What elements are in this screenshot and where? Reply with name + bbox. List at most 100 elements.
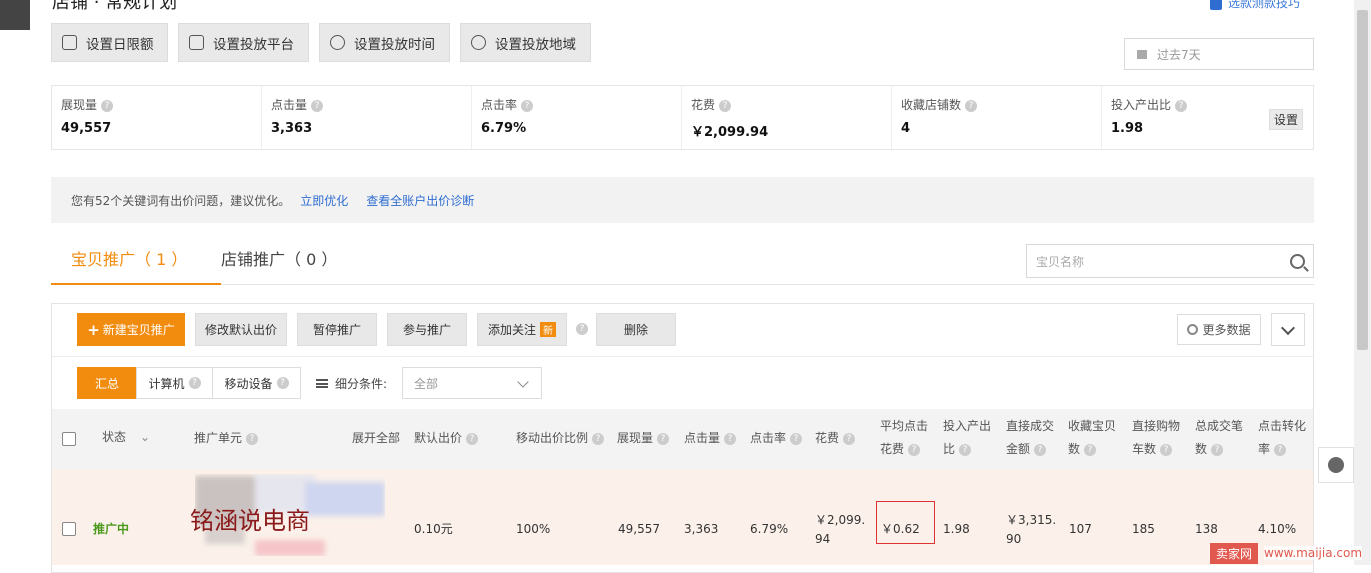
help-icon[interactable]: ?: [1274, 443, 1287, 456]
col-impressions[interactable]: 展现量?: [617, 427, 670, 450]
col-cost[interactable]: 花费?: [815, 427, 856, 450]
item-search-input[interactable]: 宝贝名称: [1026, 244, 1314, 278]
help-icon[interactable]: ?: [276, 377, 289, 389]
filter-select[interactable]: 全部: [402, 367, 542, 399]
set-time-button[interactable]: 设置投放时间: [319, 23, 450, 62]
row-checkbox[interactable]: [62, 522, 76, 536]
col-cvr[interactable]: 点击转化率?: [1258, 415, 1306, 461]
tab-item-promotion[interactable]: 宝贝推广（ 1 ）: [51, 232, 221, 285]
help-icon[interactable]: ?: [188, 377, 201, 389]
help-icon[interactable]: ?: [724, 432, 737, 445]
delete-button[interactable]: 删除: [596, 313, 676, 346]
clock-icon: [330, 35, 345, 50]
set-platform-button[interactable]: 设置投放平台: [178, 23, 309, 62]
metric-roi: 投入产出比? 1.98 设置: [1102, 86, 1313, 149]
more-data-button[interactable]: 更多数据: [1177, 314, 1261, 345]
orders-value: 138: [1195, 522, 1218, 536]
tips-icon: [1210, 0, 1222, 10]
help-icon[interactable]: ?: [521, 99, 534, 112]
help-icon[interactable]: ?: [959, 443, 972, 456]
bid-notice: 您有52个关键词有出价问题，建议优化。 立即优化 查看全账户出价诊断: [51, 177, 1314, 223]
col-clicks[interactable]: 点击量?: [684, 427, 737, 450]
metric-clicks: 点击量? 3,363: [262, 86, 472, 149]
help-icon[interactable]: ?: [466, 432, 479, 445]
segment-summary[interactable]: 汇总: [77, 367, 137, 399]
ctr-value: 6.79%: [750, 522, 789, 536]
sliders-icon: [62, 35, 77, 50]
set-region-button[interactable]: 设置投放地域: [460, 23, 591, 62]
tab-shop-promotion[interactable]: 店铺推广（ 0 ）: [221, 232, 337, 283]
help-icon[interactable]: ?: [1034, 443, 1047, 456]
col-ctr[interactable]: 点击率?: [750, 427, 803, 450]
new-item-promotion-button[interactable]: + 新建宝贝推广: [77, 313, 185, 346]
help-icon[interactable]: ?: [790, 432, 803, 445]
help-icon[interactable]: ?: [1211, 443, 1224, 456]
metric-impressions: 展现量? 49,557: [52, 86, 262, 149]
plus-icon: +: [87, 320, 100, 339]
help-icon[interactable]: ?: [311, 99, 324, 112]
help-icon[interactable]: ?: [592, 432, 605, 445]
floating-chat-button[interactable]: [1318, 447, 1354, 483]
col-fav[interactable]: 收藏宝贝数?: [1068, 415, 1116, 461]
col-status[interactable]: 状态 ⌄: [102, 426, 150, 449]
metric-favorites: 收藏店铺数? 4: [892, 86, 1102, 149]
help-icon[interactable]: ?: [719, 99, 732, 112]
gear-icon: [1187, 324, 1199, 335]
chevron-down-icon: ⌄: [140, 430, 151, 444]
roi-value: 1.98: [943, 522, 970, 536]
help-icon[interactable]: ?: [843, 432, 856, 445]
help-icon[interactable]: ?: [908, 443, 921, 456]
bid-diagnosis-link[interactable]: 查看全账户出价诊断: [366, 192, 474, 209]
search-icon[interactable]: [1290, 254, 1305, 269]
col-cart[interactable]: 直接购物 车数?: [1132, 415, 1180, 461]
cvr-value: 4.10%: [1258, 522, 1297, 536]
col-roi[interactable]: 投入产出比?: [943, 415, 991, 461]
help-icon[interactable]: ?: [101, 99, 114, 112]
gmv-value: ￥3,315. 90: [1006, 513, 1057, 546]
col-avg-cpc[interactable]: 平均点击 花费?: [880, 415, 928, 461]
table-header: 状态 ⌄ 推广单元? 展开全部 默认出价? 移动出价比例? 展现量? 点击量? 点…: [52, 409, 1313, 469]
roi-setting-button[interactable]: 设置: [1268, 109, 1303, 130]
col-orders[interactable]: 总成交笔数?: [1195, 415, 1243, 461]
optimize-link[interactable]: 立即优化: [300, 192, 348, 209]
cart-value: 185: [1132, 522, 1155, 536]
expand-all-button[interactable]: 展开全部: [352, 427, 400, 450]
screen-icon: [189, 35, 204, 50]
list-icon: [316, 379, 328, 388]
select-all-checkbox[interactable]: [62, 432, 76, 446]
date-range-select[interactable]: 过去7天: [1124, 38, 1314, 70]
status-badge: 推广中: [93, 522, 130, 536]
clicks-value: 3,363: [684, 522, 719, 536]
fav-value: 107: [1069, 522, 1092, 536]
help-icon[interactable]: ?: [657, 432, 670, 445]
help-icon[interactable]: ?: [1175, 99, 1188, 112]
tips-link[interactable]: 选款测款技巧: [1210, 0, 1300, 11]
window-edge: [0, 0, 30, 30]
help-icon[interactable]: ?: [246, 432, 259, 445]
filter-label: 细分条件:: [316, 375, 387, 392]
segment-computer[interactable]: 计算机?: [136, 367, 213, 399]
help-icon[interactable]: ?: [965, 99, 978, 112]
highlight-box: [876, 501, 935, 544]
new-badge: 新: [540, 322, 556, 337]
edit-default-bid-button[interactable]: 修改默认出价: [195, 313, 287, 346]
map-pin-icon: [471, 35, 486, 50]
scrollbar-thumb[interactable]: [1357, 10, 1368, 350]
site-watermark: 卖家网 www.maijia.com: [1210, 541, 1363, 565]
collapse-chevron-button[interactable]: [1271, 313, 1305, 346]
unit-watermark: 铭涵说电商: [190, 507, 310, 535]
metric-ctr: 点击率? 6.79%: [472, 86, 682, 149]
col-gmv[interactable]: 直接成交 金额?: [1006, 415, 1054, 461]
join-promotion-button[interactable]: 参与推广: [387, 313, 467, 346]
add-follow-button[interactable]: 添加关注新: [477, 313, 567, 346]
default-bid-value[interactable]: 0.10元: [414, 520, 453, 539]
help-icon[interactable]: ?: [1084, 443, 1097, 456]
mobile-ratio-value: 100%: [516, 522, 551, 536]
calendar-icon: [1137, 49, 1147, 59]
help-icon[interactable]: ?: [1160, 443, 1173, 456]
set-daily-budget-button[interactable]: 设置日限额: [51, 23, 168, 62]
segment-mobile[interactable]: 移动设备?: [212, 367, 301, 399]
pause-button[interactable]: 暂停推广: [297, 313, 377, 346]
cost-value: ￥2,099. 94: [815, 513, 866, 546]
help-icon[interactable]: ?: [576, 323, 588, 335]
